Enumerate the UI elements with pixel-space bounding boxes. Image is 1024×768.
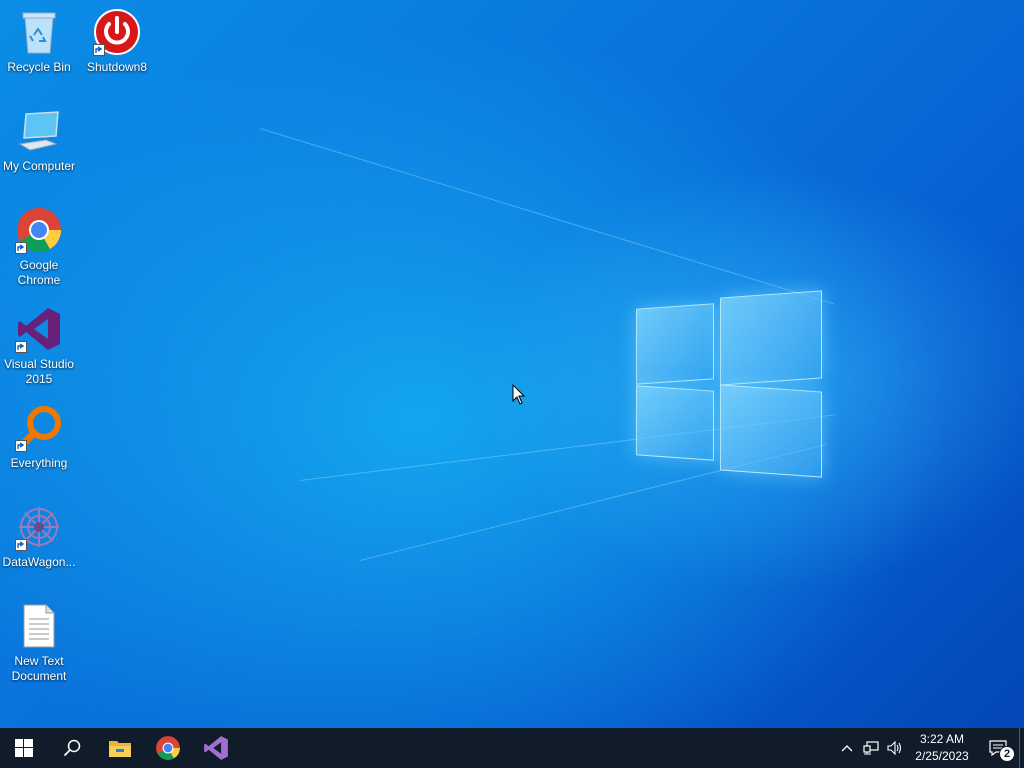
clock-date: 2/25/2023 xyxy=(915,749,969,763)
shortcut-arrow-icon xyxy=(15,341,27,353)
show-desktop-button[interactable] xyxy=(1019,728,1024,768)
computer-icon xyxy=(13,105,65,157)
power-icon xyxy=(91,6,143,58)
desktop-icon-label: Google Chrome xyxy=(17,258,61,287)
search-icon xyxy=(63,739,81,757)
chrome-icon xyxy=(156,736,180,760)
desktop-icon-label: Visual Studio 2015 xyxy=(4,357,74,386)
datawagon-icon xyxy=(13,501,65,553)
everything-search-icon xyxy=(13,402,65,454)
shortcut-arrow-icon xyxy=(15,242,27,254)
file-explorer-icon xyxy=(109,741,131,757)
shortcut-arrow-icon xyxy=(93,44,105,56)
desktop-icon-shutdown8[interactable]: Shutdown8 xyxy=(79,6,155,75)
desktop-icon-label: Everything xyxy=(10,456,68,470)
network-icon xyxy=(863,741,879,755)
taskbar-file-explorer[interactable] xyxy=(96,728,144,768)
shortcut-arrow-icon xyxy=(15,440,27,452)
taskbar: 3:22 AM 2/25/2023 2 xyxy=(0,728,1024,768)
desktop-icon-datawagon[interactable]: DataWagon... xyxy=(1,501,77,570)
search-button[interactable] xyxy=(48,728,96,768)
notification-count-badge: 2 xyxy=(999,746,1015,762)
volume-button[interactable] xyxy=(883,728,907,768)
desktop-icon-google-chrome[interactable]: Google Chrome xyxy=(1,204,77,288)
shortcut-arrow-icon xyxy=(15,539,27,551)
taskbar-clock[interactable]: 3:22 AM 2/25/2023 xyxy=(907,728,977,768)
show-hidden-icons-button[interactable] xyxy=(835,728,859,768)
volume-icon xyxy=(887,741,902,755)
desktop[interactable]: Recycle Bin Shutdown8 My Computer Google… xyxy=(0,0,1024,728)
wallpaper-ray xyxy=(259,128,834,305)
clock-time: 3:22 AM xyxy=(919,732,965,746)
desktop-icon-label: New Text Document xyxy=(11,654,67,683)
chevron-up-icon xyxy=(841,745,853,752)
desktop-icon-label: Shutdown8 xyxy=(86,60,148,74)
desktop-icon-label: DataWagon... xyxy=(2,555,76,569)
action-center-button[interactable]: 2 xyxy=(977,728,1019,768)
visual-studio-icon xyxy=(13,303,65,355)
desktop-icon-recycle-bin[interactable]: Recycle Bin xyxy=(1,6,77,75)
visual-studio-icon xyxy=(204,736,228,760)
mouse-pointer-icon xyxy=(512,384,526,405)
desktop-icon-label: Recycle Bin xyxy=(7,60,71,74)
desktop-icon-label: My Computer xyxy=(2,159,76,173)
system-tray: 3:22 AM 2/25/2023 2 xyxy=(835,728,1024,768)
windows-start-icon xyxy=(15,739,33,757)
desktop-icon-new-text-document[interactable]: New Text Document xyxy=(1,600,77,684)
desktop-icon-my-computer[interactable]: My Computer xyxy=(1,105,77,174)
start-button[interactable] xyxy=(0,728,48,768)
recycle-bin-icon xyxy=(13,6,65,58)
taskbar-visual-studio[interactable] xyxy=(192,728,240,768)
taskbar-chrome[interactable] xyxy=(144,728,192,768)
chrome-icon xyxy=(13,204,65,256)
windows-logo-wallpaper xyxy=(636,290,824,480)
desktop-icon-visual-studio-2015[interactable]: Visual Studio 2015 xyxy=(1,303,77,387)
network-button[interactable] xyxy=(859,728,883,768)
text-document-icon xyxy=(13,600,65,652)
desktop-icon-everything[interactable]: Everything xyxy=(1,402,77,471)
